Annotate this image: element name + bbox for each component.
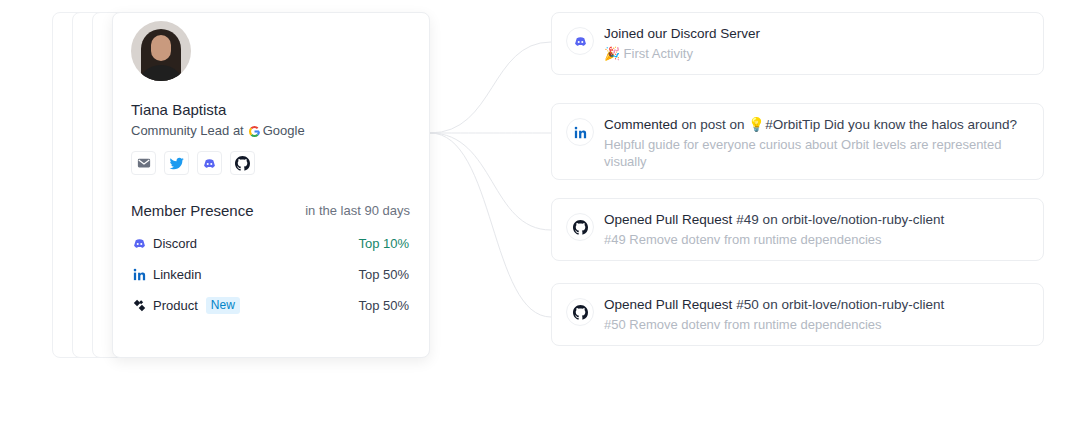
page: Tiana Baptista Community Lead at Google Mem… [0, 0, 1080, 425]
activity-list: Joined our Discord Server 🎉 First Activit… [551, 12, 1044, 346]
github-icon [235, 155, 251, 171]
channel-rank: Top 10% [358, 235, 411, 253]
profile-card[interactable]: Tiana Baptista Community Lead at Google Mem… [112, 12, 430, 358]
activity-body: Opened Pull Request #49 on orbit-love/not… [604, 210, 944, 248]
channel-label: Discord [153, 235, 197, 253]
activity-title: Opened Pull Request #50 on orbit-love/not… [604, 295, 944, 315]
product-icon [131, 298, 147, 314]
email-icon [136, 155, 152, 171]
presence-list: Discord Top 10% Linkedin Top 50% Product New T… [131, 228, 411, 321]
activity-subtitle: 🎉 First Activity [604, 45, 760, 62]
presence-row[interactable]: Linkedin Top 50% [131, 259, 411, 290]
activity-body: Opened Pull Request #50 on orbit-love/not… [604, 295, 944, 333]
social-link[interactable] [197, 151, 222, 175]
avatar-photo[interactable] [131, 21, 191, 81]
activity-subtitle: Helpful guide for everyone curious about… [604, 136, 1033, 170]
activity-detail: on post on 💡#OrbitTip Did you know the h… [682, 117, 1017, 132]
activity-card[interactable]: Opened Pull Request #49 on orbit-love/not… [551, 198, 1044, 261]
member-role: Community Lead at Google [131, 122, 411, 140]
activity-title: Commented on post on 💡#OrbitTip Did you k… [604, 115, 1033, 135]
presence-period: in the last 90 days [305, 202, 411, 220]
presence-title: Member Presence [131, 201, 254, 221]
channel-rank: Top 50% [358, 266, 411, 284]
card-stack: Tiana Baptista Community Lead at Google Mem… [52, 12, 430, 358]
twitter-icon [169, 155, 185, 171]
channel-label: Linkedin [153, 266, 201, 284]
activity-card[interactable]: Commented on post on 💡#OrbitTip Did you k… [551, 103, 1044, 180]
social-link[interactable] [230, 151, 255, 175]
activity-icon-badge [566, 213, 594, 241]
activity-action: Opened Pull Request [604, 297, 732, 312]
discord-icon [131, 236, 147, 252]
google-icon [248, 125, 261, 138]
activity-detail: #49 on orbit-love/notion-ruby-client [736, 212, 944, 227]
content: Tiana Baptista Community Lead at Google Mem… [0, 0, 1080, 358]
presence-row[interactable]: Discord Top 10% [131, 228, 411, 259]
github-icon [572, 219, 588, 235]
activity-body: Commented on post on 💡#OrbitTip Did you k… [604, 115, 1033, 170]
activity-title: Joined our Discord Server [604, 24, 760, 44]
avatar-face [151, 35, 171, 61]
presence-channel: Discord [131, 235, 197, 253]
social-links [131, 151, 411, 175]
role-text: Community Lead at [131, 122, 244, 140]
github-icon [572, 304, 588, 320]
social-link[interactable] [131, 151, 156, 175]
activity-subtitle: #49 Remove dotenv from runtime dependenc… [604, 231, 944, 248]
activity-icon-badge [566, 27, 594, 55]
activity-action: Commented [604, 117, 678, 132]
activity-action: Opened Pull Request [604, 212, 732, 227]
member-name: Tiana Baptista [131, 100, 411, 120]
discord-icon [202, 155, 218, 171]
channel-rank: Top 50% [358, 297, 411, 315]
discord-icon [572, 33, 588, 49]
activity-title: Opened Pull Request #49 on orbit-love/not… [604, 210, 944, 230]
company-name: Google [263, 122, 305, 140]
activity-icon-badge [566, 118, 594, 146]
presence-channel: Product New [131, 297, 240, 315]
social-link[interactable] [164, 151, 189, 175]
activity-card[interactable]: Opened Pull Request #50 on orbit-love/not… [551, 283, 1044, 346]
presence-header: Member Presence in the last 90 days [131, 201, 411, 221]
activity-icon-badge [566, 298, 594, 326]
linkedin-icon [131, 267, 147, 283]
presence-channel: Linkedin [131, 266, 201, 284]
activity-detail: #50 on orbit-love/notion-ruby-client [736, 297, 944, 312]
presence-row[interactable]: Product New Top 50% [131, 290, 411, 321]
activity-subtitle: #50 Remove dotenv from runtime dependenc… [604, 316, 944, 333]
activity-body: Joined our Discord Server 🎉 First Activit… [604, 24, 760, 62]
new-badge: New [206, 297, 240, 314]
channel-label: Product [153, 297, 198, 315]
activity-action: Joined our Discord Server [604, 26, 760, 41]
activity-card[interactable]: Joined our Discord Server 🎉 First Activit… [551, 12, 1044, 75]
linkedin-icon [572, 124, 588, 140]
